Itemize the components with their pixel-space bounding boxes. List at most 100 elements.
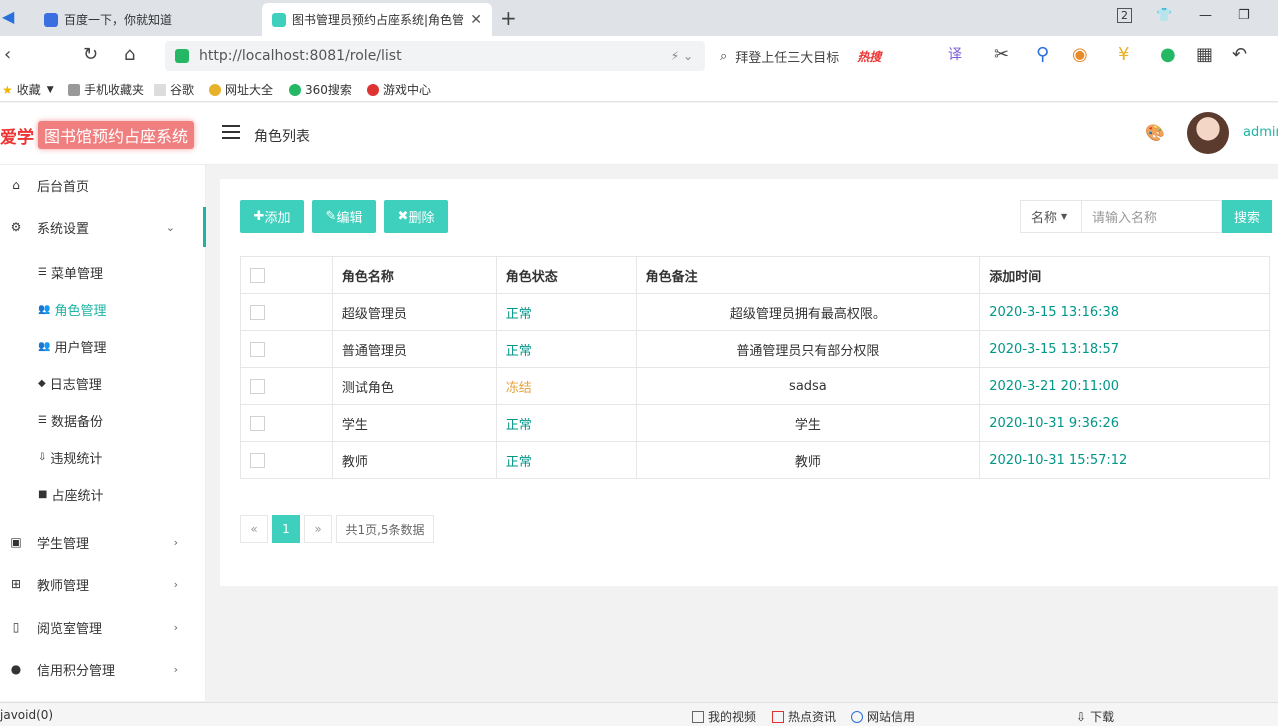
game-icon[interactable]: ◉ bbox=[1072, 44, 1088, 65]
table-row[interactable]: 超级管理员 正常 超级管理员拥有最高权限。 2020-3-15 13:16:38 bbox=[240, 293, 1270, 331]
app-header: 爱学 图书馆预约占座系统 角色列表 🎨 admin bbox=[0, 103, 1278, 165]
role-table: 角色名称 角色状态 角色备注 添加时间 超级管理员 正常 超级管理员拥有最高权限… bbox=[240, 256, 1270, 479]
role-remark: 教师 bbox=[635, 441, 981, 479]
baidu-icon bbox=[44, 12, 58, 27]
green-circle-icon[interactable]: ● bbox=[1160, 44, 1176, 65]
role-status: 正常 bbox=[495, 441, 637, 479]
avatar[interactable] bbox=[1187, 112, 1229, 154]
palette-icon[interactable]: 🎨 bbox=[1145, 123, 1165, 142]
next-page-button[interactable]: » bbox=[304, 515, 332, 543]
grid-icon[interactable]: ▦ bbox=[1196, 44, 1213, 65]
chart-icon: ⇩ bbox=[38, 451, 47, 463]
translate-icon[interactable]: 译 bbox=[948, 44, 962, 64]
row-checkbox[interactable] bbox=[250, 452, 265, 468]
tab-baidu[interactable]: 百度一下，你就知道 bbox=[34, 3, 260, 36]
bookmark-item[interactable]: 网址大全 bbox=[209, 81, 273, 98]
url-input[interactable]: http://localhost:8081/role/list ⚡ ⌄ bbox=[165, 41, 705, 71]
role-name: 普通管理员 bbox=[331, 330, 497, 368]
game-center-icon bbox=[367, 83, 379, 96]
sidebar-item-home[interactable]: ⌂ 后台首页 bbox=[0, 165, 206, 205]
news-icon bbox=[772, 710, 784, 723]
bookmark-item[interactable]: 360搜索 bbox=[289, 81, 352, 98]
close-tab-icon[interactable]: ✕ bbox=[470, 12, 482, 28]
row-checkbox[interactable] bbox=[250, 304, 265, 320]
status-news[interactable]: 热点资讯 bbox=[772, 708, 836, 725]
page-1-button[interactable]: 1 bbox=[272, 515, 300, 543]
search-icon: ⌕ bbox=[720, 48, 728, 64]
sidebar-sub-violation[interactable]: ⇩ 违规统计 bbox=[38, 442, 102, 472]
role-name: 教师 bbox=[331, 441, 497, 479]
browser-status-bar: javoid(0) 我的视频 热点资讯 网站信用 ⇩ 下载 bbox=[0, 702, 1278, 726]
prev-page-button[interactable]: « bbox=[240, 515, 268, 543]
status-video[interactable]: 我的视频 bbox=[692, 708, 756, 725]
row-checkbox[interactable] bbox=[250, 415, 265, 431]
window-count-badge[interactable]: 2 bbox=[1117, 8, 1132, 23]
new-tab-icon[interactable]: + bbox=[500, 6, 517, 30]
role-time: 2020-10-31 15:57:12 bbox=[979, 441, 1270, 479]
delete-button[interactable]: ✖ 删除 bbox=[384, 200, 448, 233]
restore-icon[interactable]: ❐ bbox=[1238, 8, 1250, 23]
tag-icon: ◆ bbox=[38, 377, 46, 389]
add-button[interactable]: ✚ 添加 bbox=[240, 200, 304, 233]
role-remark: 超级管理员拥有最高权限。 bbox=[635, 293, 981, 331]
url-tools-icon[interactable]: ⚡ ⌄ bbox=[671, 49, 693, 63]
status-link-text: javoid(0) bbox=[0, 708, 54, 722]
search-hint: 拜登上任三大目标 bbox=[735, 50, 840, 66]
sidebar-item-teacher[interactable]: ⊞ 教师管理 › bbox=[0, 564, 206, 604]
user-name[interactable]: admin bbox=[1243, 125, 1278, 140]
sidebar-sub-backup[interactable]: ☰ 数据备份 bbox=[38, 405, 103, 435]
sidebar-item-student[interactable]: ▣ 学生管理 › bbox=[0, 522, 206, 562]
status-credit[interactable]: 网站信用 bbox=[851, 708, 915, 725]
tab-role-list[interactable]: 图书管理员预约占座系统|角色管 ✕ bbox=[262, 3, 492, 36]
sidebar-sub-menu[interactable]: ☰ 菜单管理 bbox=[38, 257, 103, 287]
role-name: 测试角色 bbox=[331, 367, 497, 405]
role-name: 超级管理员 bbox=[331, 293, 497, 331]
row-checkbox[interactable] bbox=[250, 341, 265, 357]
select-all-cell[interactable] bbox=[240, 256, 333, 294]
refresh-icon[interactable]: ↻ bbox=[83, 44, 98, 65]
minimize-icon[interactable]: — bbox=[1199, 8, 1212, 23]
sidebar-item-settings[interactable]: ⚙ 系统设置 ⌄ bbox=[0, 207, 206, 247]
table-row[interactable]: 普通管理员 正常 普通管理员只有部分权限 2020-3-15 13:18:57 bbox=[240, 330, 1270, 368]
coin-icon[interactable]: ¥ bbox=[1118, 44, 1129, 65]
menu-toggle-icon[interactable] bbox=[222, 125, 240, 143]
role-status: 正常 bbox=[495, 293, 637, 331]
gear-icon: ⚙ bbox=[10, 220, 22, 234]
tab-label: 图书管理员预约占座系统|角色管 bbox=[292, 13, 465, 27]
bookmark-item[interactable]: 谷歌 bbox=[154, 81, 194, 98]
bookmark-item[interactable]: ★ 收藏 ▼ bbox=[2, 81, 54, 98]
select-all-checkbox[interactable] bbox=[250, 267, 265, 283]
table-row[interactable]: 学生 正常 学生 2020-10-31 9:36:26 bbox=[240, 404, 1270, 442]
role-time: 2020-3-21 20:11:00 bbox=[979, 367, 1270, 405]
sidebar-sub-log[interactable]: ◆ 日志管理 bbox=[38, 368, 102, 398]
role-remark: 学生 bbox=[635, 404, 981, 442]
status-download[interactable]: ⇩ 下载 bbox=[1076, 708, 1114, 725]
edit-button[interactable]: ✎ 编辑 bbox=[312, 200, 376, 233]
sidebar-sub-seat[interactable]: ■ 占座统计 bbox=[38, 479, 103, 509]
search-input[interactable]: 请输入名称 bbox=[1082, 200, 1222, 233]
bookmark-item[interactable]: 手机收藏夹 bbox=[68, 81, 144, 98]
search-button[interactable]: 搜索 bbox=[1222, 200, 1272, 233]
shirt-icon[interactable]: 👕 bbox=[1156, 8, 1172, 23]
row-checkbox[interactable] bbox=[250, 378, 265, 394]
sidebar-item-reading-room[interactable]: ▯ 阅览室管理 › bbox=[0, 607, 206, 647]
filter-field-select[interactable]: 名称 ▼ bbox=[1020, 200, 1082, 233]
book-icon: ▯ bbox=[12, 620, 20, 634]
table-row[interactable]: 测试角色 冻结 sadsa 2020-3-21 20:11:00 bbox=[240, 367, 1270, 405]
browser-search[interactable]: ⌕ 拜登上任三大目标 热搜 bbox=[720, 41, 930, 71]
col-header: 角色备注 bbox=[635, 256, 981, 294]
database-icon: ☰ bbox=[38, 414, 47, 426]
main-content: ✚ 添加 ✎ 编辑 ✖ 删除 名称 ▼ 请输入名称 搜索 角色名称 角色状态 角色备注… bbox=[220, 179, 1278, 586]
sidebar-item-credit[interactable]: ● 信用积分管理 › bbox=[0, 649, 206, 689]
sidebar: ⌂ 后台首页 ⚙ 系统设置 ⌄ ☰ 菜单管理 👥 角色管理 👥 用户管理 ◆ 日志管理 … bbox=[0, 165, 206, 701]
bookmark-item[interactable]: 游戏中心 bbox=[367, 81, 431, 98]
back-icon[interactable]: ‹ bbox=[4, 44, 11, 65]
sidebar-sub-role[interactable]: 👥 角色管理 bbox=[38, 294, 106, 324]
sidebar-sub-user[interactable]: 👥 用户管理 bbox=[38, 331, 106, 361]
remove-user-icon: ✖ bbox=[397, 209, 409, 224]
undo-icon[interactable]: ↶ bbox=[1232, 44, 1247, 65]
home-icon[interactable]: ⌂ bbox=[124, 44, 135, 65]
scissors-icon[interactable]: ✂ bbox=[994, 44, 1009, 65]
table-row[interactable]: 教师 正常 教师 2020-10-31 15:57:12 bbox=[240, 441, 1270, 479]
magnifier-icon[interactable]: ⚲ bbox=[1036, 44, 1049, 65]
